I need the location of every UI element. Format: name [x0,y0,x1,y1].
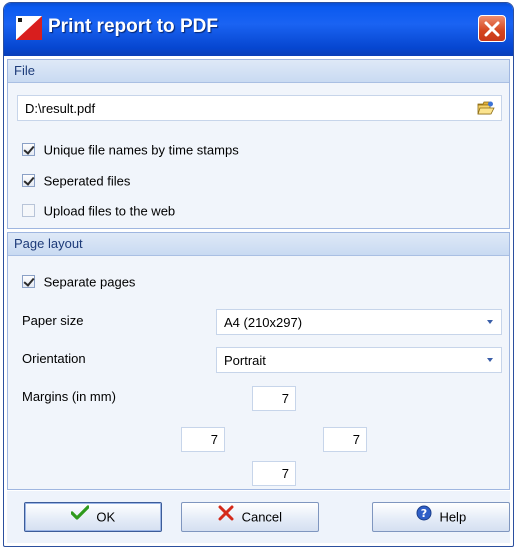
button-bar: OK Cancel ? Help [7,491,510,543]
separated-files-option[interactable]: Seperated files [22,172,130,192]
open-folder-icon[interactable] [477,100,495,119]
ok-label: OK [96,509,116,525]
unique-names-label: Unique file names by time stamps [43,142,239,158]
page-layout-header: Page layout [8,233,509,256]
orientation-value: Portrait [224,353,266,368]
orientation-select[interactable]: Portrait [216,347,502,373]
cancel-label: Cancel [241,509,283,525]
svg-text:?: ? [421,507,427,520]
margin-bottom-input[interactable]: 7 [252,461,296,486]
chevron-down-icon[interactable] [487,358,493,362]
help-icon: ? [416,503,432,531]
file-path-input[interactable]: D:\result.pdf [17,95,502,121]
file-section: File D:\result.pdf Unique file names by … [7,59,510,229]
separate-pages-option[interactable]: Separate pages [22,273,135,293]
margin-top-input[interactable]: 7 [252,386,296,411]
separate-pages-checkbox[interactable] [22,275,35,289]
separated-files-label: Seperated files [43,173,131,189]
close-icon [484,21,500,37]
ok-button[interactable]: OK [24,502,162,532]
file-path-value: D:\result.pdf [25,101,96,116]
margins-label: Margins (in mm) [22,389,116,404]
file-section-header: File [8,60,509,83]
orientation-label: Orientation [22,351,86,366]
close-button[interactable] [478,15,506,42]
pdf-app-icon [16,16,42,40]
unique-names-checkbox[interactable] [22,143,35,157]
help-button[interactable]: ? Help [372,502,510,532]
upload-web-checkbox[interactable] [22,204,35,218]
x-icon [218,503,234,531]
upload-web-option[interactable]: Upload files to the web [22,202,175,222]
paper-size-label: Paper size [22,313,84,328]
chevron-down-icon[interactable] [487,320,493,324]
separate-pages-label: Separate pages [43,274,136,290]
paper-size-select[interactable]: A4 (210x297) [216,309,502,335]
paper-size-value: A4 (210x297) [224,315,303,330]
page-layout-section: Page layout Separate pages Paper size A4… [7,232,510,490]
margin-left-input[interactable]: 7 [181,427,225,452]
unique-names-option[interactable]: Unique file names by time stamps [22,141,239,161]
checkmark-icon [70,503,90,531]
separated-files-checkbox[interactable] [22,174,35,188]
help-label: Help [439,509,467,525]
upload-web-label: Upload files to the web [43,203,176,219]
cancel-button[interactable]: Cancel [181,502,319,532]
window-title: Print report to PDF [48,16,218,37]
title-bar[interactable]: Print report to PDF [4,3,513,56]
print-pdf-dialog: Print report to PDF File D:\result.pdf U… [3,2,514,547]
margin-right-input[interactable]: 7 [323,427,367,452]
